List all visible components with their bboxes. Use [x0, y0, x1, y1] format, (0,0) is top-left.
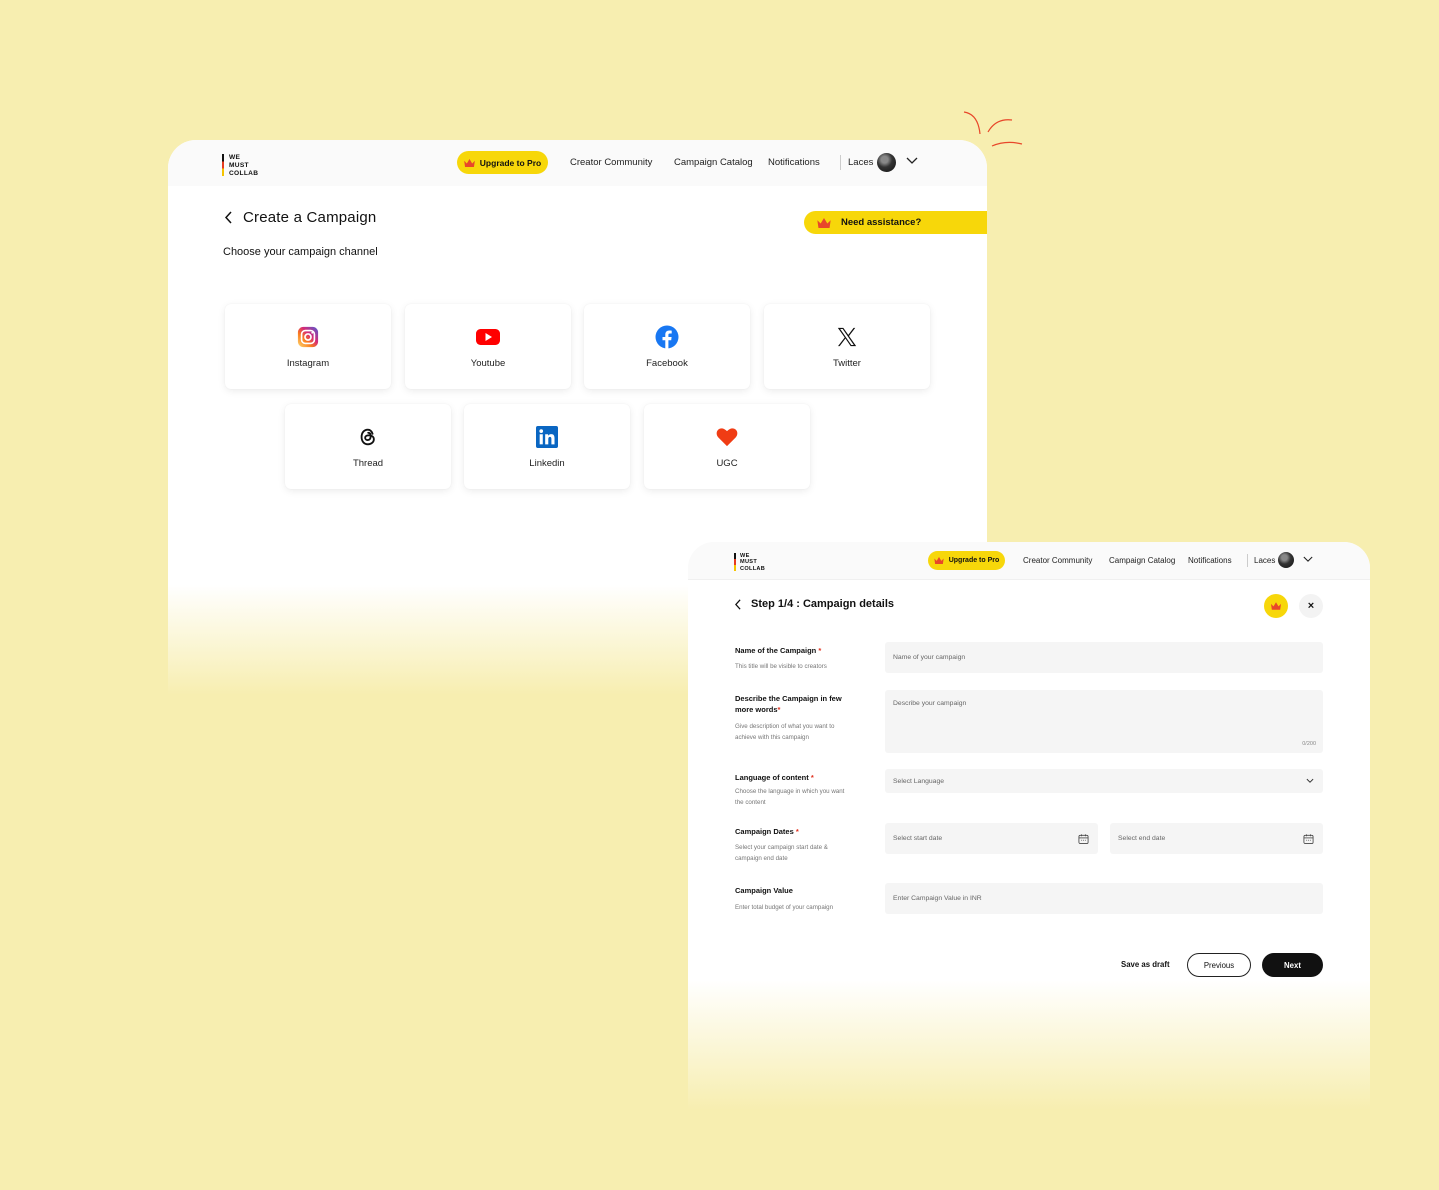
back-arrow-icon[interactable] — [734, 598, 742, 610]
channel-card-twitter[interactable]: Twitter — [764, 304, 930, 389]
back-arrow-icon[interactable] — [224, 211, 233, 224]
campaign-value-input[interactable]: Enter Campaign Value in INR — [885, 883, 1323, 914]
channel-label: Instagram — [286, 357, 330, 369]
assistance-button[interactable] — [1264, 594, 1288, 618]
end-date-input[interactable]: Select end date — [1110, 823, 1323, 854]
save-draft-button[interactable]: Save as draft — [1121, 960, 1170, 969]
top-nav: WE MUST COLLAB Upgrade to Pro Creator Co… — [168, 140, 987, 186]
field-hint-dates: Select your campaign start date & campai… — [735, 844, 828, 862]
crown-icon — [463, 158, 475, 167]
campaign-description-textarea[interactable]: Describe your campaign 0/200 — [885, 690, 1323, 753]
nav-creator-community[interactable]: Creator Community — [1023, 556, 1092, 565]
brand-logo[interactable]: WE MUST COLLAB — [734, 553, 765, 572]
facebook-icon — [655, 325, 679, 349]
channel-label: Linkedin — [529, 457, 565, 469]
field-hint-language: Choose the language in which you want th… — [735, 788, 845, 806]
field-label-dates: Campaign Dates * — [735, 827, 799, 836]
chevron-down-icon[interactable] — [1303, 556, 1313, 563]
nav-divider — [840, 155, 841, 170]
close-icon: × — [1307, 600, 1315, 612]
page-title: Create a Campaign — [243, 209, 377, 226]
channel-label: Thread — [352, 457, 384, 469]
crown-icon — [817, 217, 831, 228]
x-twitter-icon — [835, 325, 859, 349]
nav-campaign-catalog[interactable]: Campaign Catalog — [674, 157, 753, 168]
field-label-language: Language of content * — [735, 773, 814, 782]
threads-icon — [356, 425, 380, 449]
field-label-describe: Describe the Campaign in few more words* — [735, 694, 842, 714]
previous-button[interactable]: Previous — [1187, 953, 1251, 977]
upgrade-button[interactable]: Upgrade to Pro — [457, 151, 548, 174]
calendar-icon — [1078, 833, 1089, 844]
channel-card-ugc[interactable]: UGC — [644, 404, 810, 489]
top-nav: WE MUST COLLAB Upgrade to Pro Creator Co… — [688, 542, 1370, 580]
field-label-name: Name of the Campaign * — [735, 646, 822, 655]
nav-divider — [1247, 554, 1248, 567]
next-button[interactable]: Next — [1262, 953, 1323, 977]
fade-overlay — [688, 980, 1370, 1110]
channel-card-linkedin[interactable]: Linkedin — [464, 404, 630, 489]
page-header: Step 1/4 : Campaign details — [734, 598, 894, 610]
field-label-value: Campaign Value — [735, 886, 793, 895]
channel-label: Twitter — [833, 357, 861, 369]
crown-icon — [1271, 602, 1281, 610]
campaign-name-input[interactable]: Name of your campaign — [885, 642, 1323, 673]
close-button[interactable]: × — [1299, 594, 1323, 618]
channel-card-youtube[interactable]: Youtube — [405, 304, 571, 389]
linkedin-icon — [535, 425, 559, 449]
youtube-icon — [476, 325, 500, 349]
char-counter: 0/200 — [1302, 741, 1316, 747]
field-hint-name: This title will be visible to creators — [735, 663, 827, 670]
user-name[interactable]: Laces — [848, 157, 873, 168]
calendar-icon — [1303, 833, 1314, 844]
instagram-icon — [296, 325, 320, 349]
field-hint-describe: Give description of what you want to ach… — [735, 723, 835, 741]
nav-notifications[interactable]: Notifications — [768, 157, 820, 168]
channel-card-facebook[interactable]: Facebook — [584, 304, 750, 389]
chevron-down-icon[interactable] — [906, 157, 918, 165]
campaign-details-window: WE MUST COLLAB Upgrade to Pro Creator Co… — [688, 542, 1370, 1110]
channel-label: Youtube — [470, 357, 506, 369]
heart-icon — [715, 425, 739, 449]
user-name[interactable]: Laces — [1254, 556, 1275, 565]
avatar[interactable] — [877, 153, 896, 172]
step-title: Step 1/4 : Campaign details — [751, 598, 895, 610]
upgrade-button[interactable]: Upgrade to Pro — [928, 551, 1005, 570]
crown-icon — [934, 557, 944, 564]
channel-card-instagram[interactable]: Instagram — [225, 304, 391, 389]
chevron-down-icon — [1306, 778, 1314, 783]
channel-label: UGC — [716, 457, 738, 469]
language-select[interactable]: Select Language — [885, 769, 1323, 793]
start-date-input[interactable]: Select start date — [885, 823, 1098, 854]
nav-campaign-catalog[interactable]: Campaign Catalog — [1109, 556, 1175, 565]
field-hint-value: Enter total budget of your campaign — [735, 904, 834, 911]
nav-creator-community[interactable]: Creator Community — [570, 157, 652, 168]
channel-card-thread[interactable]: Thread — [285, 404, 451, 489]
nav-notifications[interactable]: Notifications — [1188, 556, 1232, 565]
avatar[interactable] — [1278, 552, 1294, 568]
page-header: Create a Campaign — [224, 209, 376, 226]
page-subtitle: Choose your campaign channel — [223, 246, 378, 258]
brand-logo[interactable]: WE MUST COLLAB — [222, 154, 258, 178]
need-assistance-button[interactable]: Need assistance? — [804, 211, 987, 234]
channel-label: Facebook — [646, 357, 688, 369]
